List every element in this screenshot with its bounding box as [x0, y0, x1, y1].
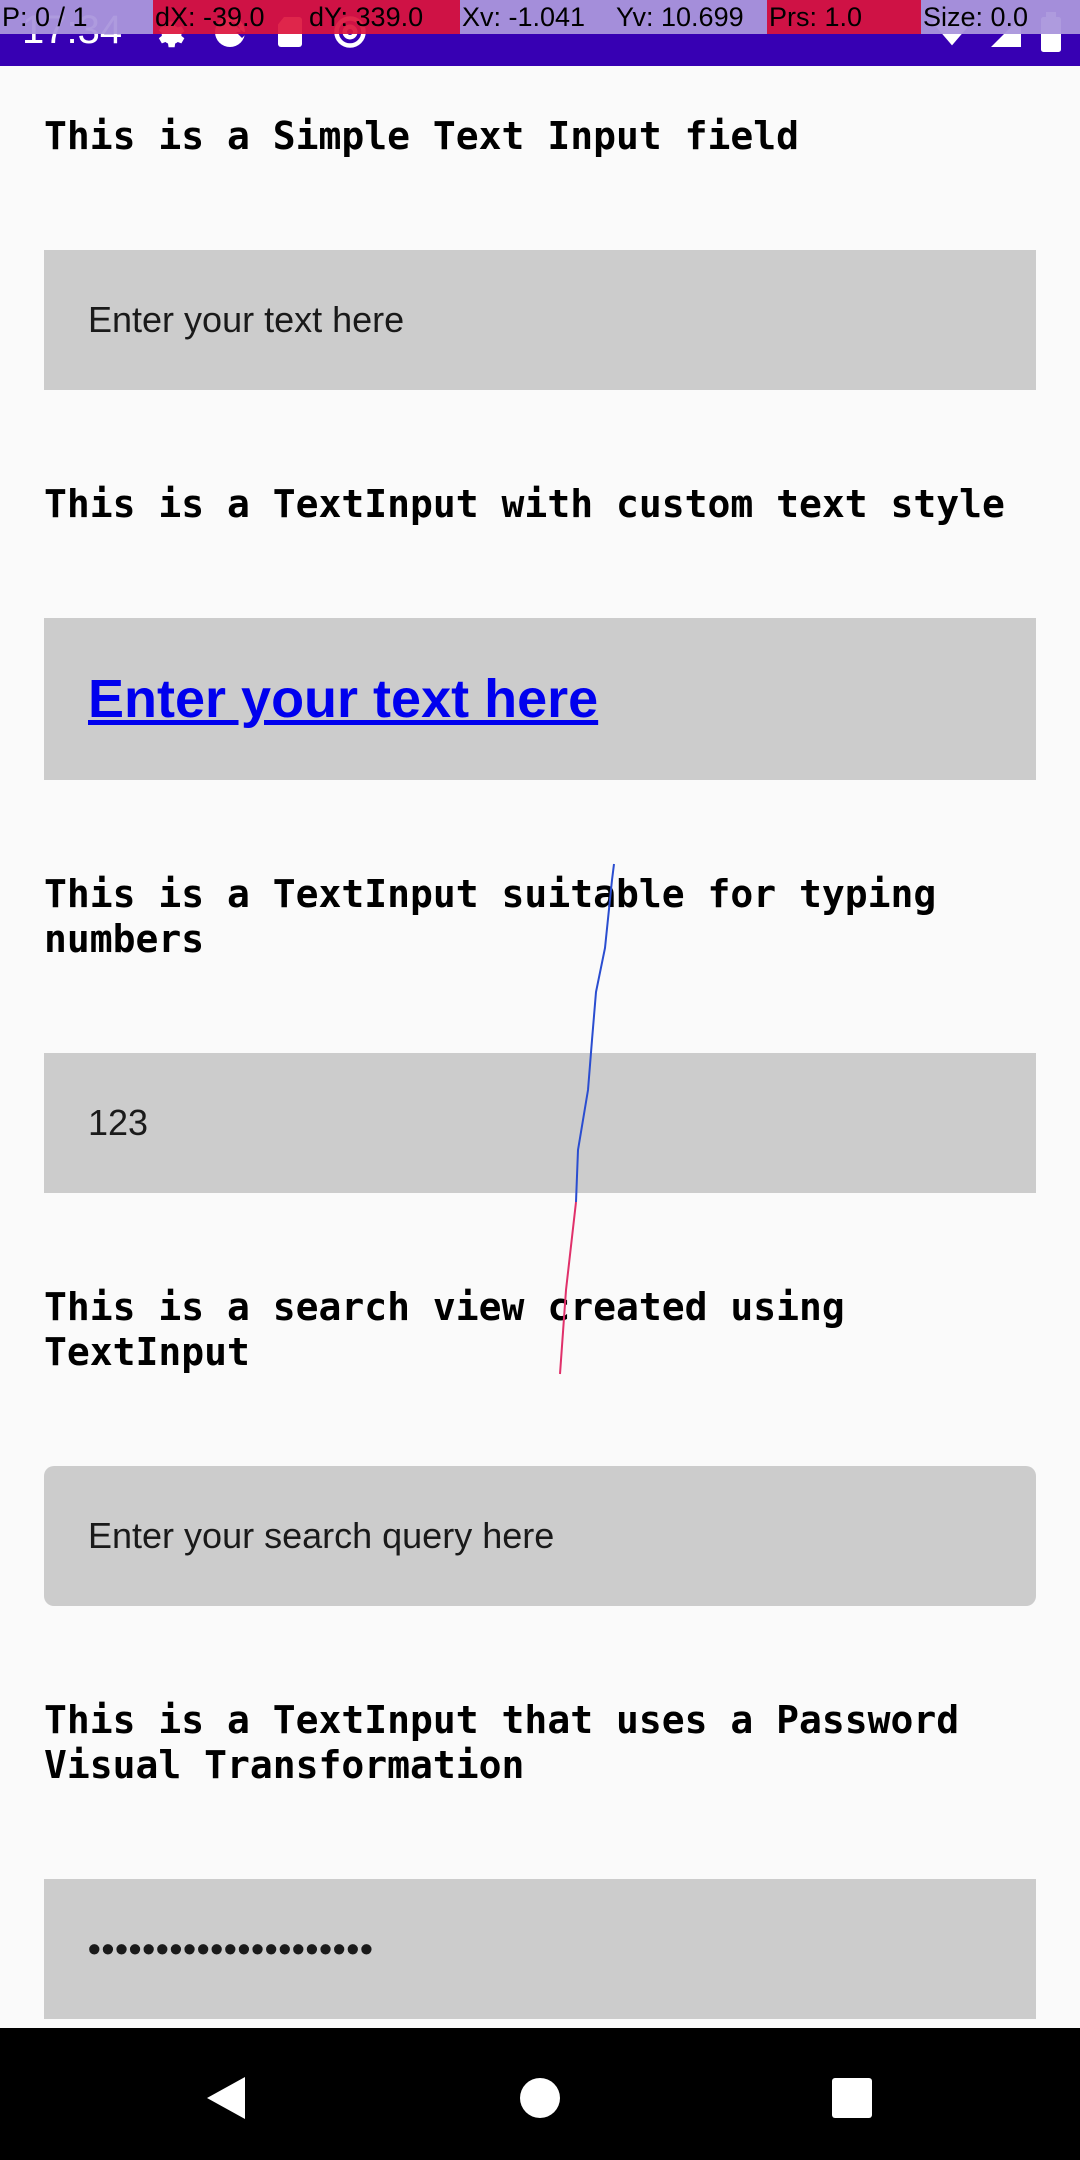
pointer-xv: Xv: -1.041	[460, 0, 614, 34]
search-text-input[interactable]: Enter your search query here	[44, 1466, 1036, 1606]
simple-text-input[interactable]: Enter your text here	[44, 250, 1036, 390]
pointer-pressure: Prs: 1.0	[767, 0, 921, 34]
system-navigation-bar	[0, 2028, 1080, 2160]
text-input-demo-list[interactable]: This is a Simple Text Input field Enter …	[0, 66, 1080, 2028]
simple-text-input-placeholder: Enter your text here	[88, 299, 405, 340]
pointer-yv: Yv: 10.699	[614, 0, 767, 34]
recents-icon[interactable]	[822, 2068, 882, 2128]
custom-style-text-input[interactable]: Enter your text here	[44, 618, 1036, 780]
password-input-label: This is a TextInput that uses a Password…	[44, 1698, 960, 1787]
password-text-input-value: •••••••••••••••••••••	[88, 1928, 374, 1969]
home-icon[interactable]	[510, 2068, 570, 2128]
pointer-location-overlay: P: 0 / 1 dX: -39.0 dY: 339.0 Xv: -1.041 …	[0, 0, 1080, 34]
password-text-input[interactable]: •••••••••••••••••••••	[44, 1879, 1036, 2019]
custom-style-input-label: This is a TextInput with custom text sty…	[44, 482, 1005, 526]
numbers-input-label: This is a TextInput suitable for typing …	[44, 872, 937, 961]
number-text-input-value: 123	[88, 1102, 149, 1143]
pointer-count: P: 0 / 1	[0, 0, 153, 34]
simple-input-label: This is a Simple Text Input field	[44, 114, 799, 158]
back-icon[interactable]	[196, 2068, 256, 2128]
search-input-label: This is a search view created using Text…	[44, 1285, 845, 1374]
pointer-dx: dX: -39.0	[153, 0, 307, 34]
pointer-size: Size: 0.0	[921, 0, 1080, 34]
custom-style-text-input-placeholder: Enter your text here	[88, 669, 599, 729]
search-text-input-placeholder: Enter your search query here	[88, 1515, 555, 1556]
number-text-input[interactable]: 123	[44, 1053, 1036, 1193]
pointer-dy: dY: 339.0	[307, 0, 460, 34]
